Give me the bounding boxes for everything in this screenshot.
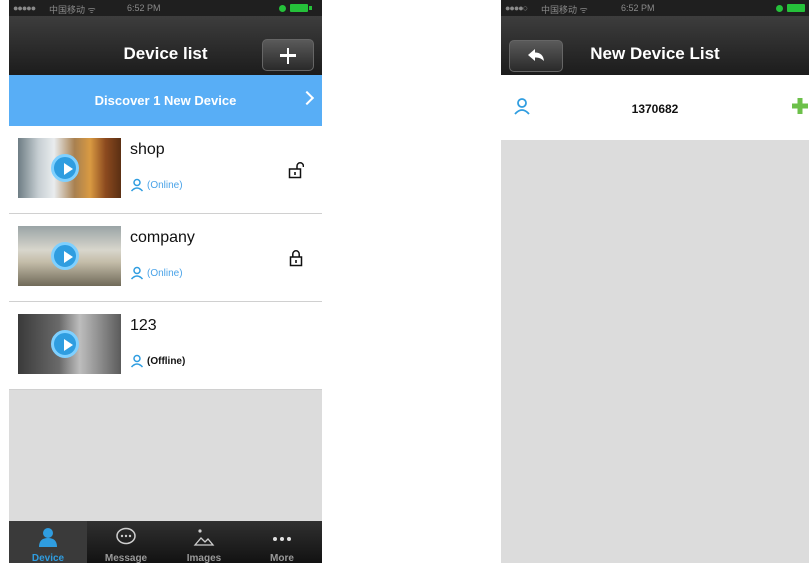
play-icon[interactable] [51, 242, 79, 270]
tab-device[interactable]: Device [9, 521, 87, 563]
status-bar: ●●●●○ 中国移动 ᯤ 6:52 PM [501, 0, 809, 16]
device-row-shop[interactable]: shop (Online) [9, 126, 322, 214]
device-row-123[interactable]: 123 (Offline) [9, 302, 322, 390]
plus-icon-vertical [286, 47, 290, 64]
back-arrow-icon [528, 49, 544, 61]
new-device-id: 1370682 [631, 102, 679, 116]
tab-message[interactable]: Message [87, 521, 165, 563]
device-name: 123 [130, 317, 157, 334]
carrier-name: 中国移动 ᯤ [49, 5, 96, 15]
person-icon [39, 528, 57, 547]
lock-rotation-icon [279, 5, 286, 12]
signal-strength: ●●●●○ [505, 3, 528, 13]
user-icon [130, 354, 144, 368]
lock-rotation-icon [776, 5, 783, 12]
new-device-row[interactable]: 1370682 [501, 75, 809, 140]
device-thumbnail[interactable] [18, 138, 121, 198]
device-status: (Online) [147, 268, 183, 279]
signal-strength: ●●●●● [13, 3, 36, 13]
play-triangle [64, 339, 73, 351]
status-bar: ●●●●● 中国移动 ᯤ 6:52 PM [9, 0, 322, 16]
user-icon [130, 178, 144, 192]
add-device-button[interactable] [262, 39, 314, 71]
nav-bar: New Device List [501, 16, 809, 75]
tab-label: Images [186, 553, 222, 563]
tab-more[interactable]: More [243, 521, 321, 563]
play-triangle [64, 251, 73, 263]
status-time: 6:52 PM [621, 3, 655, 13]
add-device-plus-icon[interactable] [791, 97, 809, 115]
battery-icon [787, 4, 805, 12]
nav-bar: Device list [9, 16, 322, 75]
tab-images[interactable]: Images [165, 521, 243, 563]
new-device-list-screen: ●●●●○ 中国移动 ᯤ 6:52 PM New Device List 137… [501, 0, 809, 563]
battery-icon [290, 4, 308, 12]
chat-bubble-icon [116, 527, 136, 545]
tab-label: Device [31, 553, 65, 563]
play-icon[interactable] [51, 154, 79, 182]
play-icon[interactable] [51, 330, 79, 358]
lock-icon[interactable] [288, 249, 304, 267]
tab-label: More [270, 553, 294, 563]
discover-banner-label: Discover 1 New Device [94, 93, 237, 108]
play-triangle [64, 163, 73, 175]
back-button[interactable] [509, 40, 563, 72]
device-name: shop [130, 141, 165, 158]
device-thumbnail[interactable] [18, 314, 121, 374]
discover-new-device-banner[interactable]: Discover 1 New Device [9, 75, 322, 126]
device-name: company [130, 229, 195, 246]
battery-tip [309, 6, 312, 10]
unlocked-icon[interactable] [288, 161, 304, 179]
device-row-company[interactable]: company (Online) [9, 214, 322, 302]
tab-label: Message [104, 553, 148, 563]
user-icon [130, 266, 144, 280]
device-list-screen: ●●●●● 中国移动 ᯤ 6:52 PM Device list Discove… [9, 0, 322, 563]
carrier-name: 中国移动 ᯤ [541, 5, 588, 15]
device-status: (Online) [147, 180, 183, 191]
device-thumbnail[interactable] [18, 226, 121, 286]
image-icon [193, 529, 215, 546]
tab-bar: Device Message Images More [9, 521, 322, 563]
device-status: (Offline) [147, 356, 186, 367]
more-dots-icon [273, 537, 291, 541]
status-time: 6:52 PM [127, 3, 161, 13]
